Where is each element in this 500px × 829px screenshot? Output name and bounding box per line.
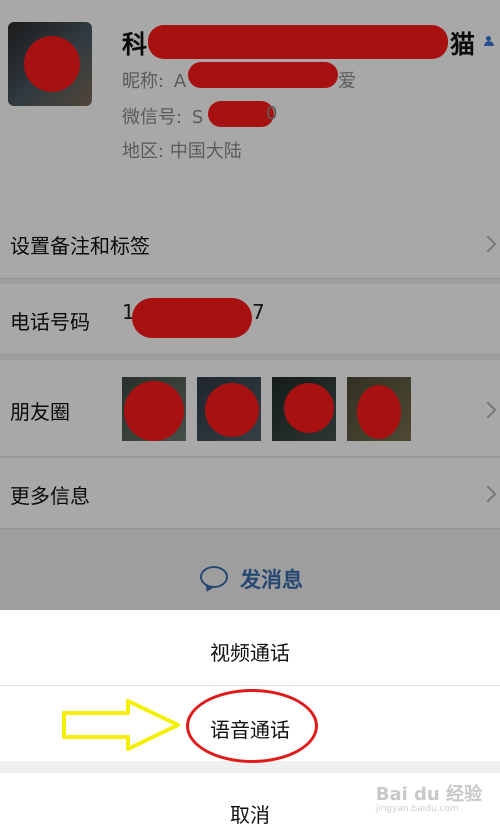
video-call-option[interactable]: 视频通话 bbox=[0, 637, 500, 666]
watermark-url: jingyan.baidu.com bbox=[375, 804, 459, 814]
modal-dim-overlay[interactable] bbox=[0, 0, 500, 610]
divider bbox=[0, 685, 500, 686]
yellow-arrow-icon bbox=[62, 699, 180, 751]
baidu-jingyan-watermark: Bai du 经验 jingyan.baidu.com bbox=[376, 780, 482, 814]
highlight-ellipse bbox=[186, 689, 318, 763]
watermark-brand: Bai du 经验 bbox=[375, 784, 482, 805]
contact-profile-screen: 科 猫 昵称: A 爱 微信号: S 0 地区: 中国大陆 设置备注和标签 电话… bbox=[0, 0, 500, 829]
